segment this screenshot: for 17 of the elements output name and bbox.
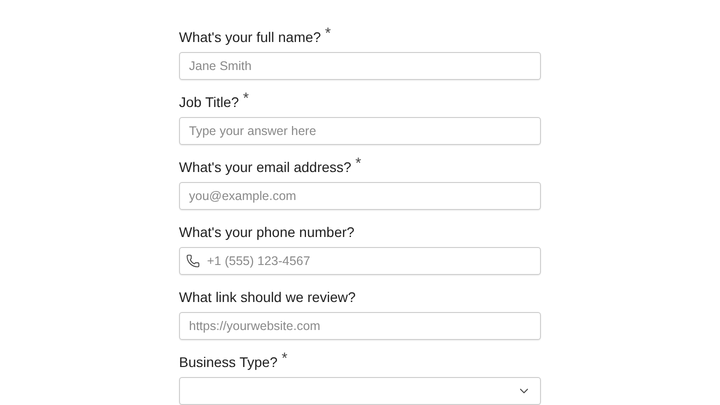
field-label: What's your full name?	[179, 28, 321, 47]
input-field[interactable]: you@example.com	[179, 182, 541, 210]
field-label: What's your email address?	[179, 158, 352, 177]
field-label: Job Title?	[179, 93, 239, 112]
field-label: What link should we review?	[179, 288, 356, 307]
field-label: Business Type?	[179, 353, 278, 372]
input-field[interactable]: https://yourwebsite.com	[179, 312, 541, 340]
phone-field[interactable]: +1 (555) 123-4567	[179, 247, 541, 275]
select-field[interactable]	[179, 377, 541, 405]
input-field[interactable]: Jane Smith	[179, 52, 541, 80]
phone-icon	[186, 254, 200, 268]
field-label: What's your phone number?	[179, 223, 354, 242]
required-mark: *	[324, 27, 331, 41]
required-mark: *	[282, 352, 288, 366]
input-field[interactable]: Type your answer here	[179, 117, 541, 145]
required-mark: *	[355, 157, 362, 171]
required-mark: *	[242, 92, 249, 106]
